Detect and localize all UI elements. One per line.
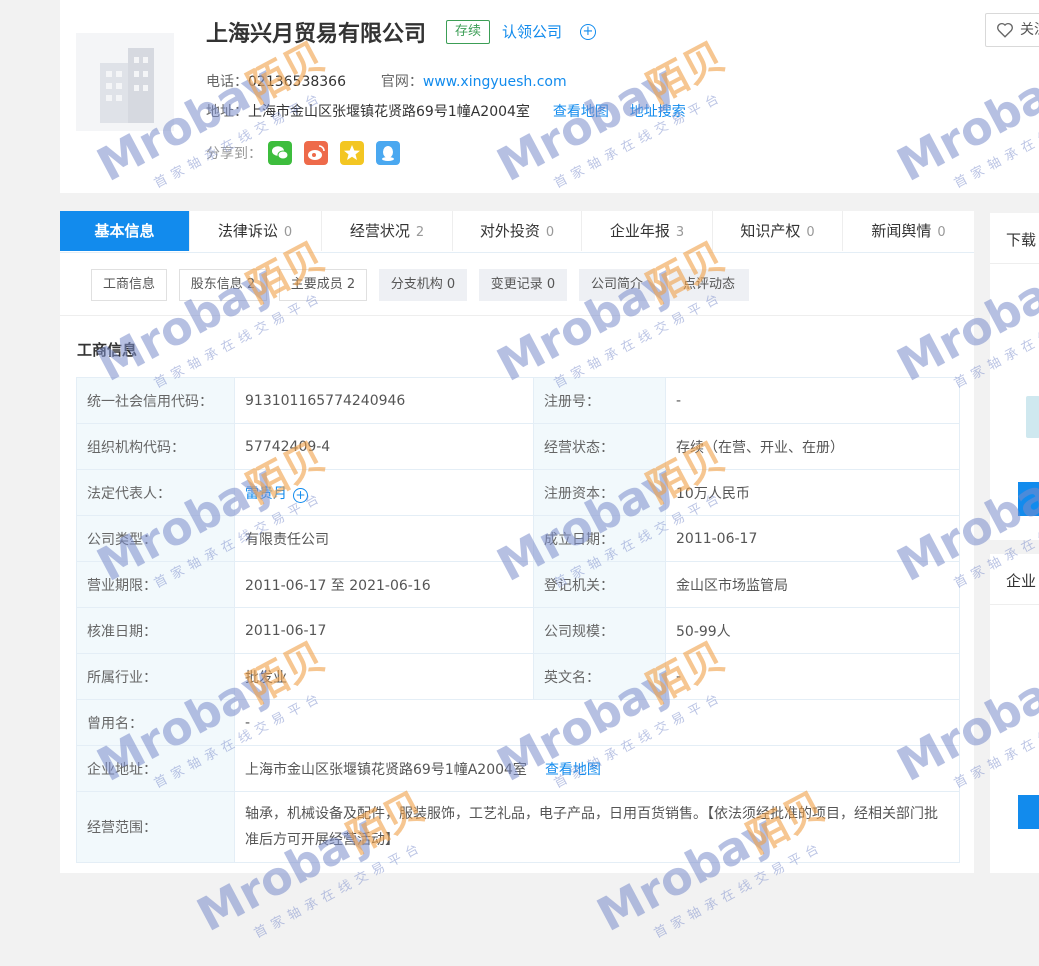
found-date-label: 成立日期： — [533, 515, 666, 562]
legal-rep-cell: 雷贵月 + — [234, 469, 534, 516]
subtab-changes[interactable]: 变更记录 0 — [479, 269, 567, 301]
view-map-link[interactable]: 查看地图 — [553, 104, 609, 120]
table-row: 统一社会信用代码： 913101165774240946 注册号： - — [76, 377, 960, 424]
org-code-value: 57742409-4 — [234, 423, 534, 470]
download-button[interactable] — [1018, 482, 1039, 516]
contact-line: 电话：02136538366 官网：www.xingyuesh.com — [206, 71, 567, 91]
subtab-shareholders[interactable]: 股东信息 2 — [179, 269, 267, 301]
address-search-link[interactable]: 地址搜索 — [630, 104, 686, 120]
authority-label: 登记机关： — [533, 561, 666, 608]
company-header: 上海兴月贸易有限公司 存续 认领公司 + 电话：02136538366 官网：w… — [60, 0, 1039, 193]
address-value: 上海市金山区张堰镇花贤路69号1幢A2004室 — [245, 761, 527, 778]
status-badge: 存续 — [446, 20, 491, 44]
former-name-label: 曾用名： — [76, 699, 235, 746]
download-title: 下载 — [1006, 231, 1037, 249]
subtab-reviews[interactable]: 点评动态 — [669, 269, 749, 301]
company-name: 上海兴月贸易有限公司 — [206, 22, 427, 47]
table-row: 营业期限： 2011-06-17 至 2021-06-16 登记机关： 金山区市… — [76, 561, 960, 608]
weibo-icon[interactable] — [304, 141, 328, 165]
address-line: 地址：上海市金山区张堰镇花贤路69号1幢A2004室 查看地图 地址搜索 — [206, 101, 686, 121]
scope-label: 经营范围： — [76, 791, 235, 863]
table-row: 曾用名： - — [76, 699, 960, 746]
tab-operation[interactable]: 经营状况 2 — [322, 211, 453, 251]
org-code-label: 组织机构代码： — [76, 423, 235, 470]
subtab-business-info[interactable]: 工商信息 — [91, 269, 167, 301]
company-type-label: 公司类型： — [76, 515, 235, 562]
plus-circle-icon[interactable]: + — [293, 487, 308, 503]
authority-value: 金山区市场监管局 — [665, 561, 960, 608]
main-panel: 基本信息 法律诉讼 0 经营状况 2 对外投资 0 企业年报 3 知识产权 0 新闻舆情 0… — [60, 211, 974, 873]
company-logo — [76, 33, 174, 131]
legal-rep-link[interactable]: 雷贵月 — [245, 486, 287, 502]
company-type-value: 有限责任公司 — [234, 515, 534, 562]
website-label: 官网： — [380, 74, 423, 90]
reg-no-label: 注册号： — [533, 377, 666, 424]
subtab-members[interactable]: 主要成员 2 — [279, 269, 367, 301]
divider — [990, 263, 1039, 264]
plus-circle-icon[interactable]: + — [580, 24, 596, 40]
tab-ip[interactable]: 知识产权 0 — [713, 211, 843, 251]
wechat-icon[interactable] — [268, 141, 292, 165]
address-label: 企业地址： — [76, 745, 235, 792]
tab-investment[interactable]: 对外投资 0 — [453, 211, 582, 251]
address-value: 上海市金山区张堰镇花贤路69号1幢A2004室 — [248, 104, 530, 120]
enterprise-button[interactable] — [1018, 795, 1039, 829]
en-name-value: - — [665, 653, 960, 700]
share-label: 分享到： — [206, 146, 262, 162]
reg-capital-value: 10万人民币 — [665, 469, 960, 516]
building-icon — [100, 48, 154, 123]
tab-news[interactable]: 新闻舆情 0 — [843, 211, 974, 251]
phone-value: 02136538366 — [248, 74, 346, 90]
divider — [990, 604, 1039, 605]
table-row: 组织机构代码： 57742409-4 经营状态： 存续（在营、开业、在册） — [76, 423, 960, 470]
industry-value: 批发业 — [234, 653, 534, 700]
scale-label: 公司规模： — [533, 607, 666, 654]
en-name-label: 英文名： — [533, 653, 666, 700]
address-cell: 上海市金山区张堰镇花贤路69号1幢A2004室 查看地图 — [234, 745, 960, 792]
credit-code-label: 统一社会信用代码： — [76, 377, 235, 424]
reg-no-value: - — [665, 377, 960, 424]
divider — [60, 315, 974, 316]
found-date-value: 2011-06-17 — [665, 515, 960, 562]
table-row: 所属行业： 批发业 英文名： - — [76, 653, 960, 700]
term-value: 2011-06-17 至 2021-06-16 — [234, 561, 534, 608]
subtab-branches[interactable]: 分支机构 0 — [379, 269, 467, 301]
scope-value: 轴承，机械设备及配件，服装服饰，工艺礼品，电子产品，日用百货销售。【依法须经批准… — [234, 791, 960, 863]
phone-label: 电话： — [206, 74, 248, 90]
tab-legal[interactable]: 法律诉讼 0 — [189, 211, 322, 251]
reg-capital-label: 注册资本： — [533, 469, 666, 516]
tab-bar: 基本信息 法律诉讼 0 经营状况 2 对外投资 0 企业年报 3 知识产权 0 新闻舆情 0 — [60, 211, 974, 253]
approve-date-label: 核准日期： — [76, 607, 235, 654]
approve-date-value: 2011-06-17 — [234, 607, 534, 654]
industry-label: 所属行业： — [76, 653, 235, 700]
op-status-value: 存续（在营、开业、在册） — [665, 423, 960, 470]
qzone-icon[interactable] — [340, 141, 364, 165]
website-link[interactable]: www.xingyuesh.com — [423, 74, 567, 90]
op-status-label: 经营状态： — [533, 423, 666, 470]
scale-value: 50-99人 — [665, 607, 960, 654]
tab-basic-info[interactable]: 基本信息 — [60, 211, 190, 251]
table-row: 经营范围： 轴承，机械设备及配件，服装服饰，工艺礼品，电子产品，日用百货销售。【… — [76, 791, 960, 863]
heart-icon — [997, 22, 1013, 38]
qq-icon[interactable] — [376, 141, 400, 165]
table-row: 企业地址： 上海市金山区张堰镇花贤路69号1幢A2004室 查看地图 — [76, 745, 960, 792]
table-row: 核准日期： 2011-06-17 公司规模： 50-99人 — [76, 607, 960, 654]
former-name-value: - — [234, 699, 960, 746]
follow-button[interactable]: 关注 — [985, 13, 1039, 47]
claim-company-link[interactable]: 认领公司 — [502, 21, 562, 42]
legal-rep-label: 法定代表人： — [76, 469, 235, 516]
section-title: 工商信息 — [77, 341, 138, 359]
view-map-link[interactable]: 查看地图 — [545, 762, 601, 778]
follow-label: 关注 — [1020, 22, 1039, 38]
address-label: 地址： — [206, 104, 248, 120]
credit-code-value: 913101165774240946 — [234, 377, 534, 424]
enterprise-title: 企业 — [1006, 572, 1037, 590]
table-row: 公司类型： 有限责任公司 成立日期： 2011-06-17 — [76, 515, 960, 562]
term-label: 营业期限： — [76, 561, 235, 608]
subtab-profile[interactable]: 公司简介 — [579, 269, 655, 301]
tab-annual-report[interactable]: 企业年报 3 — [582, 211, 713, 251]
table-row: 法定代表人： 雷贵月 + 注册资本： 10万人民币 — [76, 469, 960, 516]
preview-image — [1026, 396, 1039, 438]
business-info-table: 统一社会信用代码： 913101165774240946 注册号： - 组织机构… — [76, 377, 960, 863]
